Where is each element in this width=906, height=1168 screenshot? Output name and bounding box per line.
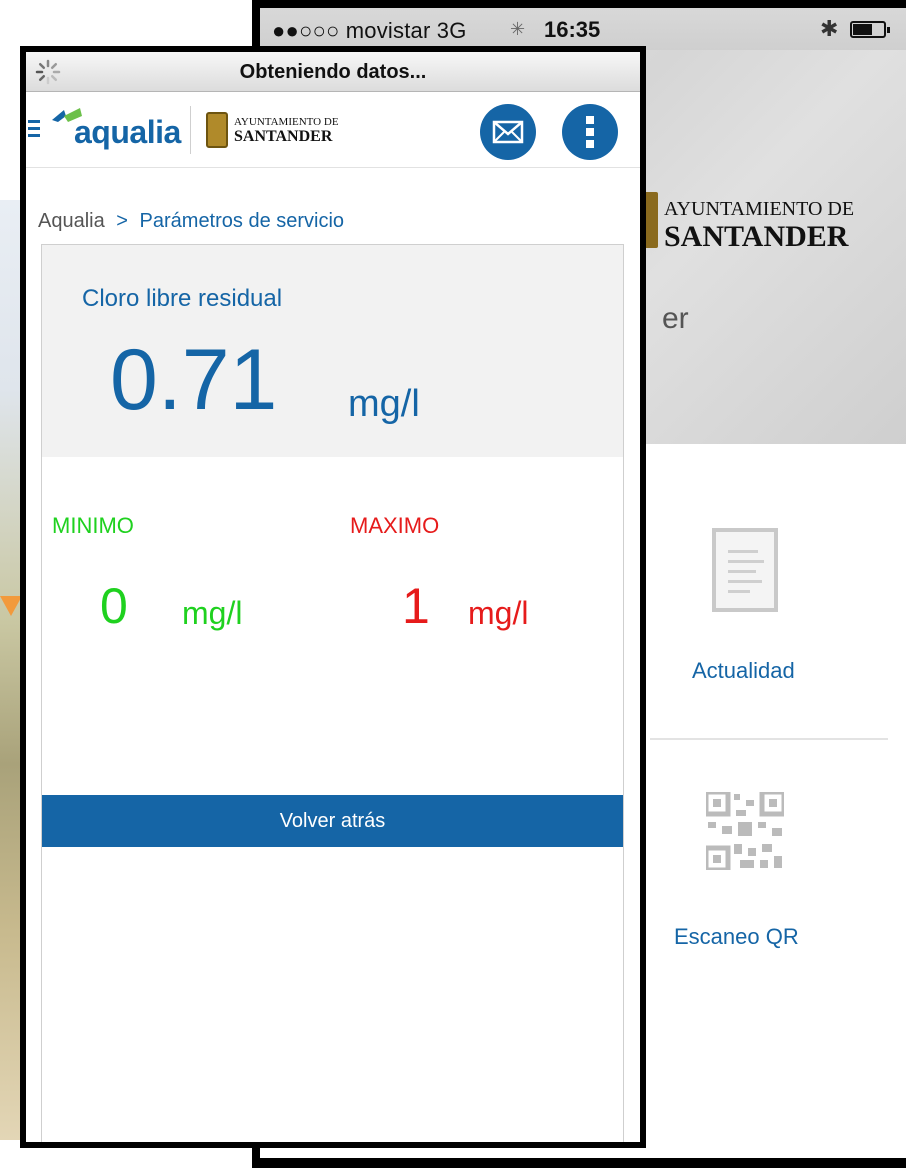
more-options-button[interactable] bbox=[562, 104, 618, 160]
tile-label-escaneo-qr[interactable]: Escaneo QR bbox=[674, 924, 799, 950]
city-crest-icon bbox=[206, 112, 228, 148]
status-bar: ●●○○○ movistar 3G ✳ 16:35 ✱ bbox=[260, 8, 906, 50]
mail-icon bbox=[492, 120, 524, 144]
brand-logo-text: aqualia bbox=[74, 114, 181, 150]
breadcrumb: Aqualia > Parámetros de servicio bbox=[38, 210, 344, 233]
carrier-signal: ●●○○○ movistar 3G bbox=[272, 18, 467, 43]
min-value: 0 bbox=[100, 578, 128, 634]
app-header: aqualia AYUNTAMIENTO DE SANTANDER bbox=[26, 92, 640, 168]
tile-divider bbox=[650, 738, 888, 740]
status-time: 16:35 bbox=[544, 17, 601, 42]
more-vertical-icon bbox=[586, 116, 594, 148]
parameter-card: Cloro libre residual 0.71 mg/l MINIMO MA… bbox=[41, 244, 624, 1142]
back-button[interactable]: Volver atrás bbox=[42, 795, 623, 847]
max-unit: mg/l bbox=[468, 595, 529, 631]
parameter-value: 0.71 bbox=[110, 332, 278, 428]
breadcrumb-separator: > bbox=[116, 210, 128, 232]
parameter-name: Cloro libre residual bbox=[82, 285, 283, 312]
hero-org-line1: AYUNTAMIENTO DE bbox=[664, 198, 855, 220]
qr-code-icon[interactable] bbox=[706, 792, 784, 870]
loading-bar: Obteniendo datos... bbox=[26, 52, 640, 92]
foreground-screen: Obteniendo datos... aqualia AYUNTAMIENTO… bbox=[26, 52, 640, 1142]
min-label: MINIMO bbox=[52, 513, 134, 538]
bluetooth-icon: ✱ bbox=[820, 16, 839, 41]
menu-icon[interactable] bbox=[28, 120, 40, 138]
battery-icon bbox=[850, 21, 890, 38]
orange-marker-icon bbox=[0, 596, 22, 616]
mail-button[interactable] bbox=[480, 104, 536, 160]
loading-title: Obteniendo datos... bbox=[239, 61, 427, 83]
document-icon[interactable] bbox=[712, 528, 778, 612]
hero-text-fragment: er bbox=[662, 302, 689, 335]
min-unit: mg/l bbox=[182, 595, 243, 631]
parameter-summary: Cloro libre residual 0.71 mg/l bbox=[42, 245, 623, 457]
screenshot-stage: ●●○○○ movistar 3G ✳ 16:35 ✱ AYUNTAMIENTO… bbox=[0, 0, 906, 1168]
header-org-line1: AYUNTAMIENTO DE bbox=[234, 116, 339, 128]
max-label: MAXIMO bbox=[350, 513, 440, 538]
parameter-unit: mg/l bbox=[348, 383, 420, 425]
max-value: 1 bbox=[402, 578, 430, 634]
breadcrumb-root[interactable]: Aqualia bbox=[38, 210, 105, 232]
breadcrumb-current: Parámetros de servicio bbox=[139, 210, 345, 232]
network-activity-icon: ✳ bbox=[510, 19, 526, 39]
header-org-line2: SANTANDER bbox=[234, 128, 333, 145]
header-divider bbox=[190, 106, 191, 154]
foreground-phone: Obteniendo datos... aqualia AYUNTAMIENTO… bbox=[20, 46, 646, 1148]
tile-label-actualidad[interactable]: Actualidad bbox=[692, 658, 795, 684]
hero-org-line2: SANTANDER bbox=[664, 220, 849, 253]
